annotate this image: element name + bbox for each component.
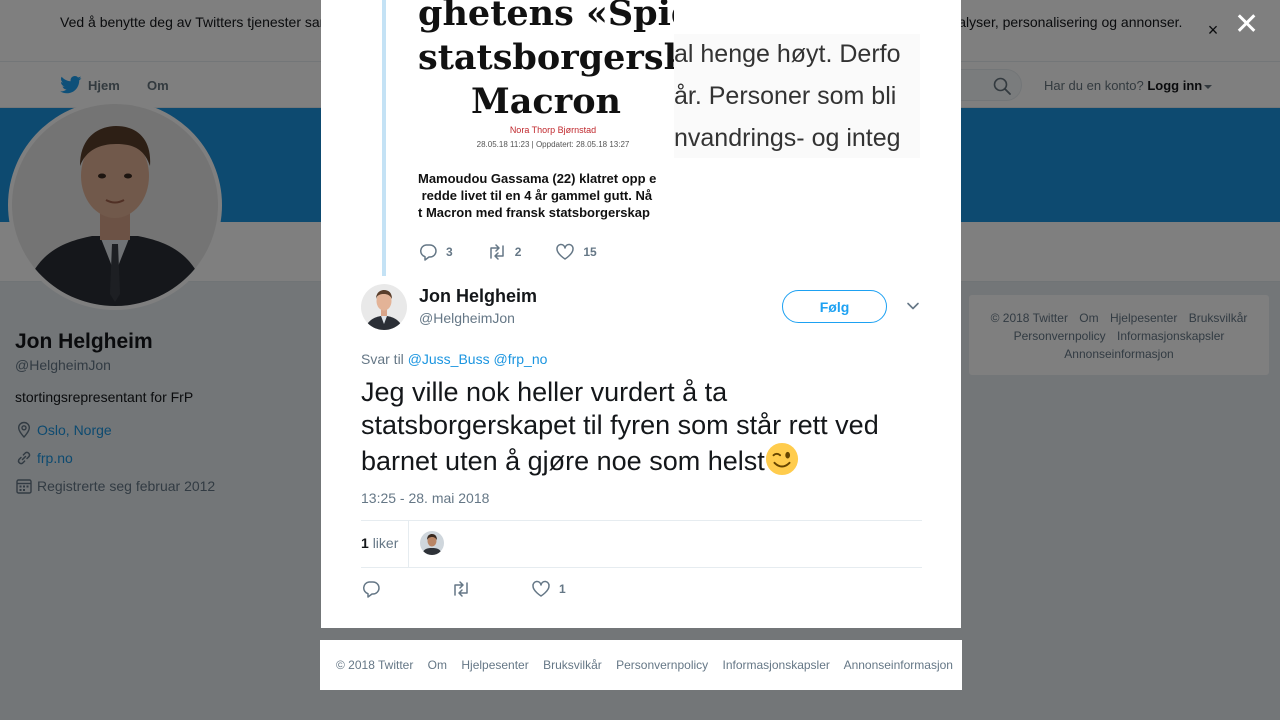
retweet-button[interactable]: 2: [487, 243, 522, 261]
like-count: 1: [559, 582, 566, 596]
mention-link[interactable]: @Juss_Buss: [408, 351, 490, 367]
footer-link[interactable]: Hjelpesenter: [461, 658, 528, 672]
retweet-icon: [454, 581, 468, 597]
footer-link[interactable]: Informasjonskapsler: [723, 658, 830, 672]
divider: [361, 520, 922, 521]
tweet-media-image[interactable]: ghetens «Spid statsborgersk Macron Nora …: [418, 0, 674, 224]
retweet-button[interactable]: [451, 580, 479, 598]
mention-link[interactable]: @frp_no: [494, 351, 548, 367]
like-icon: [556, 243, 575, 260]
tweet-timestamp[interactable]: 13:25 - 28. mai 2018: [361, 490, 489, 506]
media2-line: år. Personer som bli: [674, 82, 897, 110]
footer-link[interactable]: Om: [428, 658, 447, 672]
tweet-author-name[interactable]: Jon Helgheim: [419, 286, 537, 307]
like-button[interactable]: 1: [531, 580, 566, 598]
tweet-author-avatar[interactable]: [361, 284, 407, 330]
footer-link[interactable]: © 2018 Twitter: [336, 658, 413, 672]
thread-connector-line: [382, 0, 386, 276]
follow-button[interactable]: Følg: [782, 290, 887, 323]
footer-link[interactable]: Annonseinformasjon: [844, 658, 953, 672]
footer-link[interactable]: Personvernpolicy: [616, 658, 708, 672]
like-count: 15: [583, 245, 597, 259]
tweet-text-content: Jeg ville nok heller vurdert å ta statsb…: [361, 377, 879, 476]
tweet-modal: ghetens «Spid statsborgersk Macron Nora …: [321, 0, 961, 628]
media2-line: al henge høyt. Derfo: [674, 40, 901, 68]
wink-emoji-icon: [765, 442, 798, 476]
media2-line: nvandrings- og integ: [674, 124, 901, 152]
footer-link[interactable]: Bruksvilkår: [543, 658, 602, 672]
liker-photo: [420, 531, 444, 555]
reply-button[interactable]: [361, 580, 389, 598]
media-meta: 28.05.18 11:23 | Oppdatert: 28.05.18 13:…: [476, 140, 630, 149]
retweet-count: 2: [514, 245, 522, 259]
divider: [361, 567, 922, 568]
tweet-media-image-2[interactable]: al henge høyt. Derfo år. Personer som bl…: [674, 34, 920, 158]
like-button[interactable]: 15: [555, 243, 597, 261]
reply-count: 3: [446, 245, 453, 259]
liker-avatar[interactable]: [420, 531, 444, 555]
retweet-icon: [489, 244, 504, 260]
modal-footer: © 2018 Twitter Om Hjelpesenter Bruksvilk…: [320, 640, 962, 690]
reply-icon: [362, 581, 380, 598]
chevron-down-icon[interactable]: [905, 298, 921, 314]
reply-button[interactable]: 3: [418, 243, 453, 261]
likes-stat[interactable]: 1 liker: [361, 535, 398, 551]
likes-stat-count: 1: [361, 535, 369, 551]
media-author: Nora Thorp Bjørnstad: [509, 125, 597, 135]
reply-prefix: Svar til: [361, 351, 404, 367]
previous-tweet-actions: 3 2 15: [418, 242, 631, 262]
likes-stat-label: liker: [372, 535, 399, 551]
tweet-text: Jeg ville nok heller vurdert å ta statsb…: [361, 376, 921, 478]
like-icon: [532, 580, 550, 597]
media-body-text: Mamoudou Gassama (22) klatret opp e redd…: [418, 171, 657, 220]
reply-context: Svar til @Juss_Buss @frp_no: [361, 351, 547, 367]
reply-icon: [419, 244, 437, 261]
media-headline: ghetens «Spid statsborgersk Macron: [418, 0, 674, 122]
tweet-actions: 1: [361, 579, 600, 599]
author-photo: [361, 284, 407, 330]
tweet-author-handle[interactable]: @HelgheimJon: [419, 310, 515, 326]
divider: [408, 521, 409, 567]
close-icon[interactable]: ✕: [1234, 10, 1259, 40]
